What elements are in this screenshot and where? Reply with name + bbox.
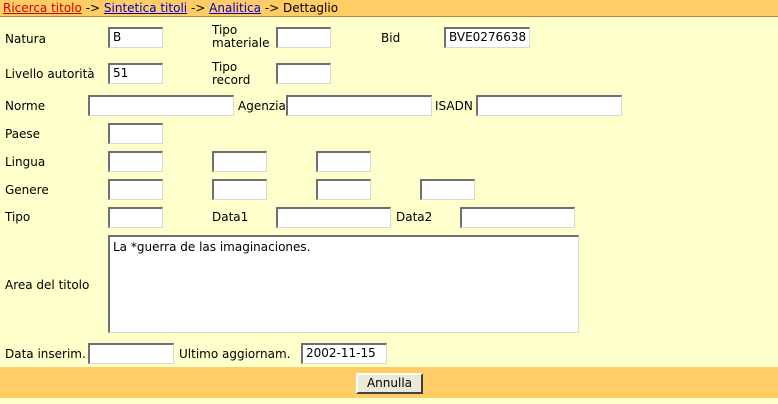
action-bar: Annulla xyxy=(0,367,778,398)
tipo-label: Tipo xyxy=(5,210,31,224)
tipo-materiale-field[interactable] xyxy=(276,27,331,48)
lingua-field-2[interactable] xyxy=(212,151,267,172)
genere-label: Genere xyxy=(5,183,49,197)
ultimo-aggiornamento-label: Ultimo aggiornam. xyxy=(179,347,291,361)
data2-label: Data2 xyxy=(396,210,433,224)
page-footer xyxy=(0,398,778,404)
tipo-record-label-line2: record xyxy=(212,73,251,87)
genere-field-1[interactable] xyxy=(108,179,163,200)
livello-autorita-field[interactable]: 51 xyxy=(108,63,163,84)
genere-field-2[interactable] xyxy=(212,179,267,200)
tipo-record-label: Tipo record xyxy=(212,61,250,87)
paese-label: Paese xyxy=(5,127,41,141)
breadcrumb-separator: -> xyxy=(264,1,280,15)
tipo-field[interactable] xyxy=(108,207,163,228)
norme-field[interactable] xyxy=(88,95,234,116)
ultimo-aggiornamento-field[interactable]: 2002-11-15 xyxy=(301,343,387,364)
area-del-titolo-textarea[interactable]: La *guerra de las imaginaciones. xyxy=(108,235,579,333)
agenzia-label: Agenzia xyxy=(238,99,286,113)
breadcrumb-link-sintetica-titoli[interactable]: Sintetica titoli xyxy=(104,1,187,15)
genere-field-4[interactable] xyxy=(420,179,475,200)
livello-autorita-label: Livello autorità xyxy=(5,67,95,81)
lingua-field-3[interactable] xyxy=(316,151,371,172)
breadcrumb-current: Dettaglio xyxy=(283,1,339,15)
data2-field[interactable] xyxy=(460,207,575,228)
bid-label: Bid xyxy=(381,31,401,45)
detail-form: Natura B Tipo materiale Bid BVE0276638 L… xyxy=(0,17,778,367)
annulla-button[interactable]: Annulla xyxy=(356,373,423,394)
breadcrumb-link-ricerca-titolo[interactable]: Ricerca titolo xyxy=(3,1,82,15)
genere-field-3[interactable] xyxy=(316,179,371,200)
agenzia-field[interactable] xyxy=(286,95,432,116)
data-inserimento-label: Data inserim. xyxy=(5,347,86,361)
area-del-titolo-label: Area del titolo xyxy=(5,278,90,292)
tipo-record-field[interactable] xyxy=(276,63,331,84)
paese-field[interactable] xyxy=(108,123,163,144)
tipo-materiale-label: Tipo materiale xyxy=(212,24,269,50)
natura-label: Natura xyxy=(5,32,46,46)
natura-field[interactable]: B xyxy=(108,27,163,48)
breadcrumb-link-analitica[interactable]: Analitica xyxy=(209,1,261,15)
breadcrumb: Ricerca titolo -> Sintetica titoli -> An… xyxy=(0,0,778,17)
bid-field[interactable]: BVE0276638 xyxy=(444,27,530,48)
data1-field[interactable] xyxy=(276,207,391,228)
lingua-field-1[interactable] xyxy=(108,151,163,172)
breadcrumb-separator: -> xyxy=(190,1,206,15)
breadcrumb-separator: -> xyxy=(85,1,101,15)
data-inserimento-field[interactable] xyxy=(88,343,174,364)
tipo-materiale-label-line2: materiale xyxy=(212,36,270,50)
lingua-label: Lingua xyxy=(5,155,46,169)
norme-label: Norme xyxy=(5,99,46,113)
isadn-label: ISADN xyxy=(435,99,473,113)
data1-label: Data1 xyxy=(212,210,249,224)
isadn-field[interactable] xyxy=(476,95,622,116)
